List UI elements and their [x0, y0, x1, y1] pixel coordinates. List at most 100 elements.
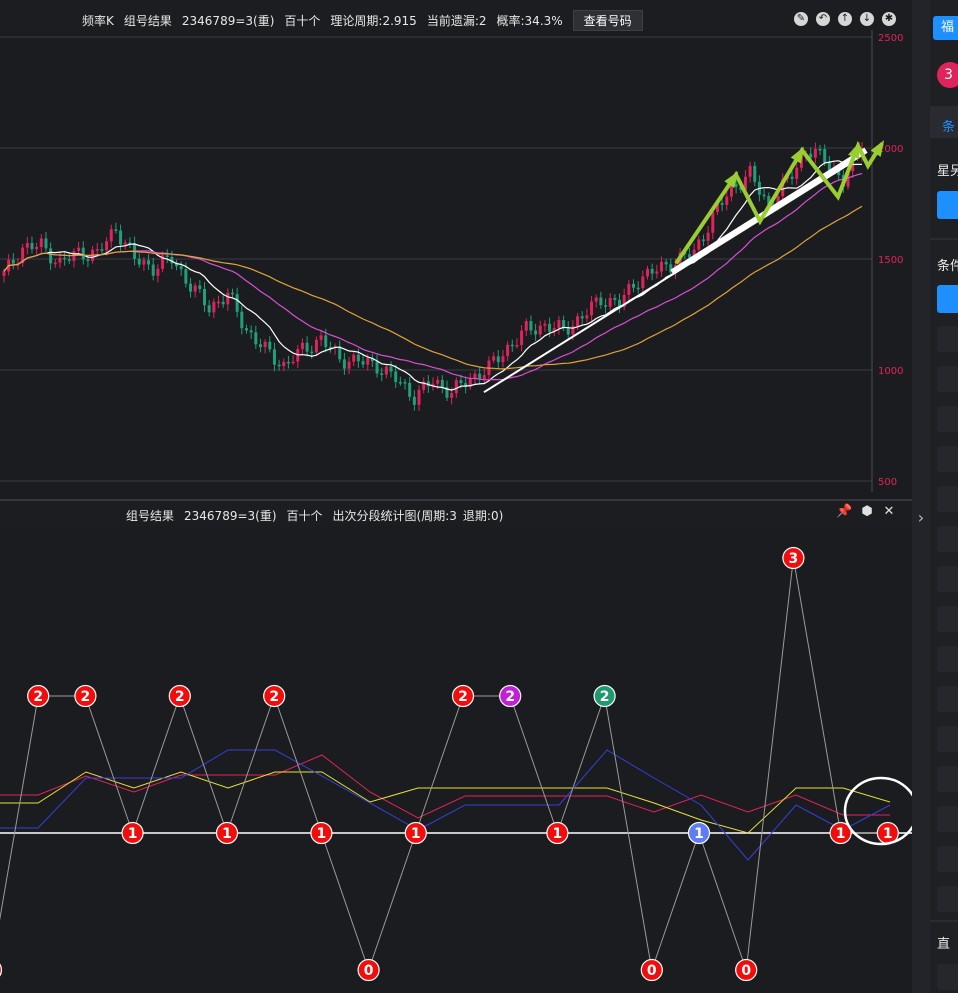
candle-body — [548, 323, 552, 332]
candle-body — [217, 301, 220, 304]
candle-body — [258, 344, 262, 348]
candle-body — [720, 203, 724, 205]
sidebar-row[interactable] — [937, 726, 958, 752]
chart-canvas: 250020001500100050002212121012212010311 — [0, 0, 912, 982]
bottom-combo: 2346789=3(重) — [184, 508, 277, 523]
sidebar-row[interactable] — [937, 486, 958, 512]
candle-body — [319, 335, 323, 340]
sidebar-row[interactable] — [937, 526, 958, 552]
candle-body — [63, 257, 67, 260]
pin-icon[interactable]: 📌 — [836, 505, 852, 519]
series-red-line — [0, 754, 890, 819]
candle-body — [473, 373, 477, 379]
sidebar-row[interactable] — [937, 446, 958, 472]
candle-body — [49, 248, 53, 264]
edit-icon[interactable]: ✎ — [794, 12, 808, 26]
hex-settings-icon[interactable]: ⬢ — [859, 505, 875, 519]
candle-body — [2, 271, 6, 276]
sidebar-row[interactable] — [937, 964, 958, 990]
point-badge-label: 1 — [883, 826, 893, 842]
candle-body — [398, 381, 402, 384]
top-subtitle: 组号结果 — [123, 13, 172, 28]
sidebar-row[interactable] — [937, 886, 958, 912]
candle-body — [459, 380, 463, 384]
candle-body — [566, 327, 570, 335]
candle-body — [701, 239, 705, 241]
candle-body — [286, 361, 290, 364]
current-miss: 当前遗漏:2 — [426, 13, 487, 28]
candle-body — [650, 268, 654, 274]
sidebar-row[interactable] — [937, 646, 958, 672]
candle-body — [380, 373, 384, 375]
candle-body — [762, 194, 766, 197]
close-icon[interactable]: ✕ — [881, 505, 897, 519]
sidebar-condition-button[interactable] — [937, 285, 958, 313]
candle-body — [515, 344, 519, 347]
candle-body — [394, 371, 398, 382]
down-icon[interactable]: ↓ — [860, 12, 874, 26]
candle-body — [697, 239, 701, 250]
candle-body — [324, 335, 328, 348]
candle-body — [748, 165, 752, 177]
top-chart-bg — [0, 0, 912, 500]
view-numbers-button[interactable]: 查看号码 — [572, 9, 643, 31]
candle-body — [212, 301, 216, 313]
candle-body — [230, 292, 234, 295]
probability: 概率:34.3% — [496, 13, 563, 28]
point-badge-label: 2 — [269, 689, 279, 705]
sidebar-badge: 3 — [937, 62, 958, 88]
sidebar-row[interactable] — [937, 406, 958, 432]
up-icon[interactable]: ↑ — [838, 12, 852, 26]
candle-body — [659, 261, 663, 272]
candle-body — [366, 358, 370, 365]
settings-icon[interactable]: ✱ — [882, 12, 896, 26]
sidebar-row[interactable] — [937, 606, 958, 632]
y-tick-label: 1500 — [878, 255, 903, 266]
point-badge-label: 2 — [175, 689, 185, 705]
candle-body — [576, 316, 580, 327]
sidebar-row[interactable] — [937, 686, 958, 712]
candle-body — [347, 361, 351, 369]
candle-body — [613, 297, 617, 300]
candle-body — [557, 320, 561, 329]
candle-body — [142, 260, 146, 265]
candle-body — [314, 339, 318, 353]
candle-body — [496, 356, 500, 363]
sidebar-row[interactable] — [937, 566, 958, 592]
candle-body — [501, 356, 505, 363]
bottom-chart-name: 出次分段统计图(周期:3 — [332, 508, 457, 523]
candle-body — [203, 288, 207, 306]
panel-divider[interactable] — [912, 0, 930, 993]
point-badge-label: 2 — [505, 689, 515, 705]
candle-body — [641, 276, 645, 289]
candle-body — [119, 230, 123, 245]
candle-body — [268, 341, 272, 350]
candle-body — [114, 229, 118, 231]
candle-body — [450, 393, 454, 398]
bottom-position: 百十个 — [286, 508, 323, 523]
candle-body — [100, 249, 104, 251]
sidebar-tab2[interactable]: 条 — [942, 116, 955, 135]
point-badge-label: 1 — [222, 826, 232, 842]
sidebar-action-button[interactable] — [937, 191, 958, 219]
candle-body — [594, 297, 598, 302]
undo-icon[interactable]: ↶ — [816, 12, 830, 26]
candle-body — [193, 285, 197, 292]
collapse-arrow-icon[interactable]: › — [912, 508, 930, 530]
sidebar-tab[interactable]: 福 — [933, 16, 958, 40]
sidebar-row[interactable] — [937, 766, 958, 792]
candle-body — [590, 301, 594, 316]
sidebar-sep — [930, 920, 958, 922]
candle-body — [240, 311, 244, 329]
candle-body — [300, 342, 304, 350]
candle-body — [375, 361, 379, 374]
candle-body — [272, 349, 276, 365]
sidebar-row[interactable] — [937, 366, 958, 392]
candle-body — [254, 332, 258, 345]
sidebar-row[interactable] — [937, 806, 958, 832]
right-sidebar: 福 3 条 星另 条件 直 — [930, 0, 958, 993]
sidebar-row[interactable] — [937, 846, 958, 872]
point-badge-label: 0 — [647, 963, 657, 979]
sidebar-row[interactable] — [937, 326, 958, 352]
candle-body — [482, 375, 486, 380]
